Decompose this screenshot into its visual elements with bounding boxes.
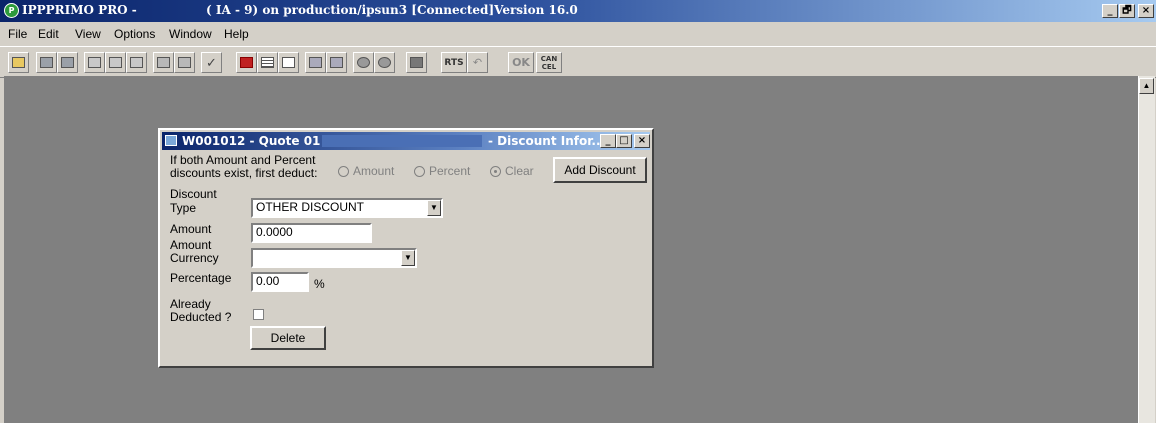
close-button[interactable]: × (1138, 4, 1154, 18)
percentage-input[interactable]: 0.00 (251, 272, 309, 292)
print-preview-icon[interactable] (105, 52, 126, 73)
undo-icon[interactable]: ↶ (467, 52, 488, 73)
amount-label: Amount (170, 222, 212, 236)
calendar-icon[interactable] (278, 52, 299, 73)
grid-icon[interactable] (257, 52, 278, 73)
menu-file[interactable]: File (8, 27, 27, 41)
dialog-maximize-button[interactable]: □ (616, 134, 632, 148)
amount-currency-label-line2: Currency (170, 251, 219, 265)
scroll-up-icon[interactable]: ▲ (1139, 78, 1154, 94)
app-title-bar[interactable]: P IPPPRIMO PRO - ( IA - 9) on production… (0, 0, 1156, 22)
restore-button[interactable]: 🗗 (1119, 4, 1135, 18)
radio-clear-label: Clear (505, 164, 534, 178)
cancel-button[interactable]: CAN CEL (536, 52, 562, 73)
home-icon[interactable] (236, 52, 257, 73)
dialog-window-icon (165, 135, 177, 146)
radio-amount[interactable]: Amount (338, 164, 394, 178)
discount-type-label-line1: Discount (170, 187, 217, 201)
rts-button[interactable]: RTS (441, 52, 467, 73)
menu-options[interactable]: Options (114, 27, 155, 41)
trash-icon[interactable] (406, 52, 427, 73)
find-next-icon[interactable] (326, 52, 347, 73)
find-icon[interactable] (305, 52, 326, 73)
save-all-icon[interactable] (57, 52, 78, 73)
radio-amount-label: Amount (353, 164, 395, 178)
dialog-title-suffix: - Discount Infor... (488, 134, 606, 148)
dialog-title-bar[interactable]: W001012 - Quote 01 - - Discount Infor...… (162, 132, 650, 150)
vertical-scrollbar[interactable]: ▲ (1138, 76, 1155, 423)
percent-sign: % (314, 277, 325, 291)
discount-info-dialog: W001012 - Quote 01 - - Discount Infor...… (158, 128, 654, 368)
chevron-down-icon[interactable]: ▼ (427, 200, 441, 216)
radio-percent-dot[interactable] (414, 165, 425, 177)
already-deducted-label-line2: Deducted ? (170, 310, 232, 324)
toolbar: ✓ RTS ↶ OK CAN CEL (0, 46, 1156, 78)
dialog-minimize-button[interactable]: _ (600, 134, 616, 148)
already-deducted-checkbox[interactable] (253, 309, 264, 320)
discount-type-label-line2: Type (170, 201, 197, 215)
open-folder-icon[interactable] (8, 52, 29, 73)
window-caption: ( IA - 9) on production/ipsun3 [Connecte… (206, 3, 578, 17)
radio-clear-dot[interactable] (490, 165, 501, 177)
radio-percent[interactable]: Percent (414, 164, 470, 178)
currency-select[interactable]: ▼ (251, 248, 417, 268)
minimize-button[interactable]: _ (1102, 4, 1118, 18)
menu-help[interactable]: Help (224, 27, 249, 41)
print-icon[interactable] (84, 52, 105, 73)
chevron-down-icon[interactable]: ▼ (401, 250, 415, 266)
delete-button[interactable]: Delete (250, 326, 326, 350)
printer-list-icon[interactable] (174, 52, 195, 73)
redacted-area (322, 135, 482, 147)
radio-percent-label: Percent (429, 164, 471, 178)
discount-type-select[interactable]: OTHER DISCOUNT ▼ (251, 198, 443, 218)
app-name: IPPPRIMO PRO - (22, 3, 137, 17)
add-discount-button[interactable]: Add Discount (553, 157, 647, 183)
print-setup-icon[interactable] (126, 52, 147, 73)
radio-amount-dot[interactable] (338, 165, 349, 177)
percentage-label: Percentage (170, 271, 232, 285)
dialog-title: W001012 - Quote 01 - (182, 134, 330, 148)
save-icon[interactable] (36, 52, 57, 73)
ok-button[interactable]: OK (508, 52, 534, 73)
check-icon[interactable]: ✓ (201, 52, 222, 73)
discount-type-value: OTHER DISCOUNT (256, 200, 364, 214)
gear-icon[interactable] (353, 52, 374, 73)
menu-view[interactable]: View (75, 27, 101, 41)
deduct-prompt-line2: discounts exist, first deduct: (170, 166, 318, 180)
gears-icon[interactable] (374, 52, 395, 73)
dialog-close-button[interactable]: × (634, 134, 650, 148)
app-logo-icon: P (4, 3, 19, 18)
printer-icon[interactable] (153, 52, 174, 73)
menu-window[interactable]: Window (169, 27, 212, 41)
radio-clear[interactable]: Clear (490, 164, 534, 178)
menu-edit[interactable]: Edit (38, 27, 59, 41)
amount-input[interactable]: 0.0000 (251, 223, 372, 243)
